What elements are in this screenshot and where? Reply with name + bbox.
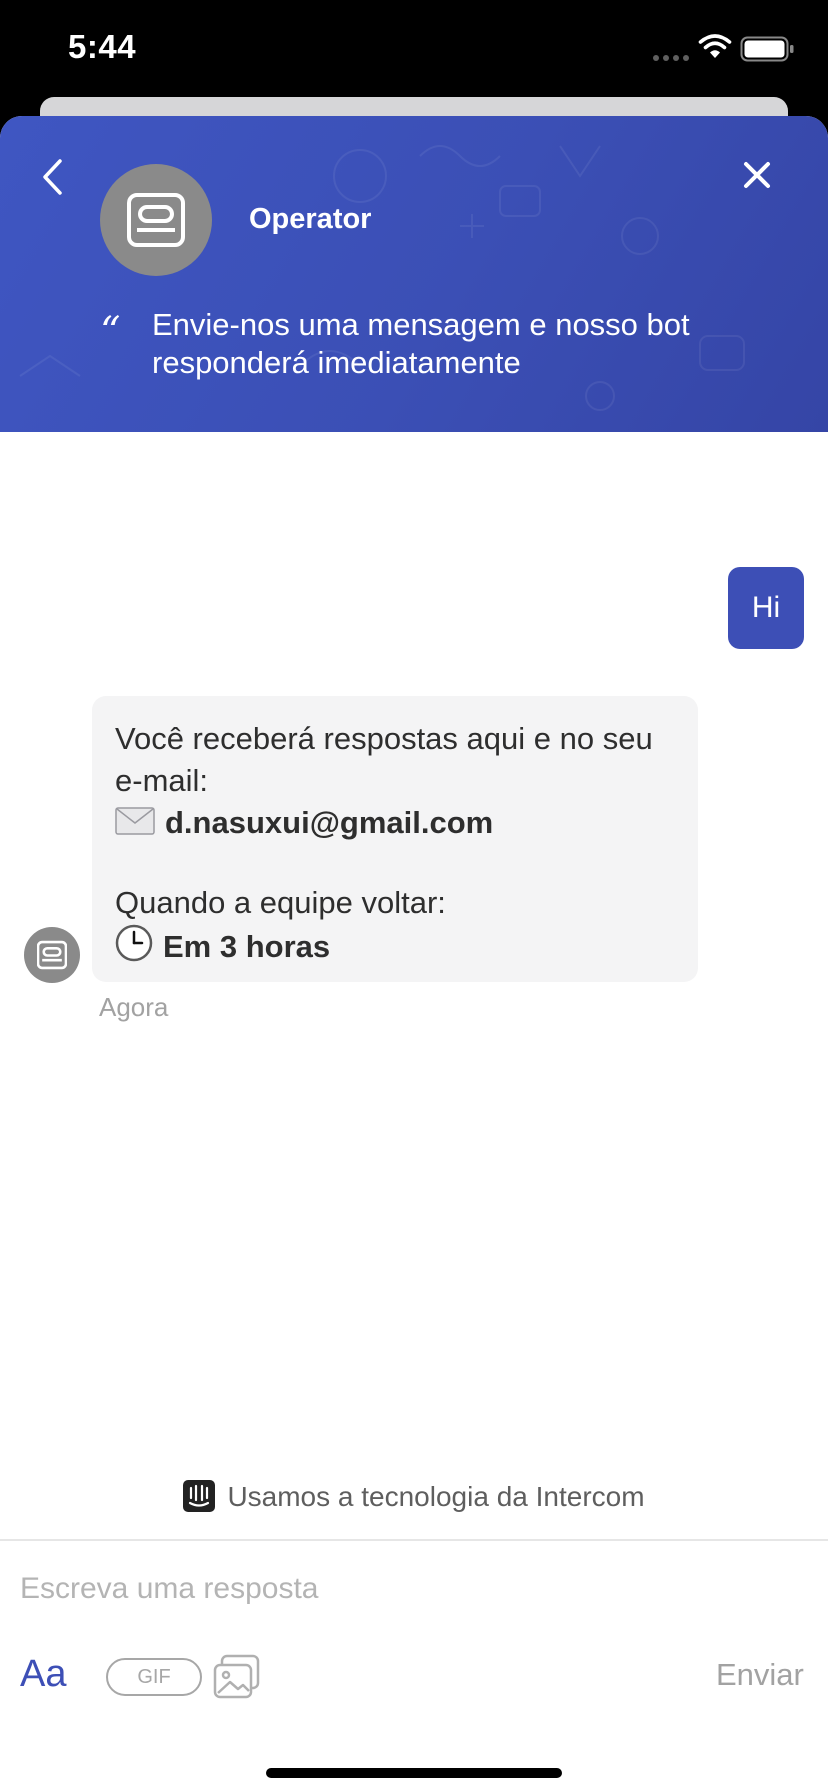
- text-format-button[interactable]: Aa: [20, 1653, 66, 1696]
- user-message-bubble: Hi: [728, 567, 804, 649]
- quote-icon: “: [100, 309, 121, 355]
- bot-hours-row: Em 3 horas: [115, 924, 330, 968]
- home-indicator: [266, 1768, 562, 1778]
- user-message-text: Hi: [751, 591, 781, 624]
- bot-message-line: Você receberá respostas aqui e no seu e-…: [115, 721, 653, 798]
- bot-icon: [37, 940, 67, 970]
- reply-input[interactable]: [20, 1567, 800, 1611]
- bot-email-text: d.nasuxui@gmail.com: [165, 805, 494, 840]
- send-button[interactable]: Enviar: [716, 1657, 804, 1693]
- gif-label: GIF: [137, 1665, 171, 1688]
- bot-email-row: d.nasuxui@gmail.com: [115, 802, 493, 844]
- bot-hours-text: Em 3 horas: [163, 929, 331, 964]
- powered-by-link[interactable]: Usamos a tecnologia da Intercom: [0, 1480, 828, 1513]
- header-pattern: [19, 145, 745, 411]
- composer-divider: [0, 1539, 828, 1541]
- message-timestamp: Agora: [99, 992, 169, 1022]
- intercom-logo-icon: [183, 1480, 216, 1512]
- close-button[interactable]: [736, 154, 778, 196]
- operator-avatar: [100, 164, 212, 276]
- image-upload-button[interactable]: [212, 1654, 262, 1702]
- messenger-sheet: Operator “ Envie-nos uma mensagem e noss…: [0, 116, 828, 1792]
- conversation-header: Operator “ Envie-nos uma mensagem e noss…: [0, 116, 828, 432]
- bot-avatar: [24, 927, 80, 983]
- bot-message-bubble: Você receberá respostas aqui e no seu e-…: [92, 696, 698, 982]
- bot-message-line: Quando a equipe voltar:: [115, 885, 446, 920]
- clock-icon: [115, 924, 153, 962]
- back-button[interactable]: [36, 152, 76, 202]
- status-bar: 5:44: [0, 0, 828, 100]
- bot-icon: [127, 193, 185, 247]
- operator-name: Operator: [249, 203, 372, 235]
- wifi-icon: [698, 34, 732, 58]
- status-time: 5:44: [68, 28, 137, 65]
- envelope-icon: [115, 807, 155, 835]
- powered-by-text: Usamos a tecnologia da Intercom: [227, 1481, 645, 1512]
- cellular-signal-icon: [653, 55, 689, 61]
- gif-button[interactable]: GIF: [106, 1658, 202, 1696]
- intro-text: Envie-nos uma mensagem e nosso bot respo…: [152, 307, 690, 380]
- battery-icon: [740, 36, 794, 62]
